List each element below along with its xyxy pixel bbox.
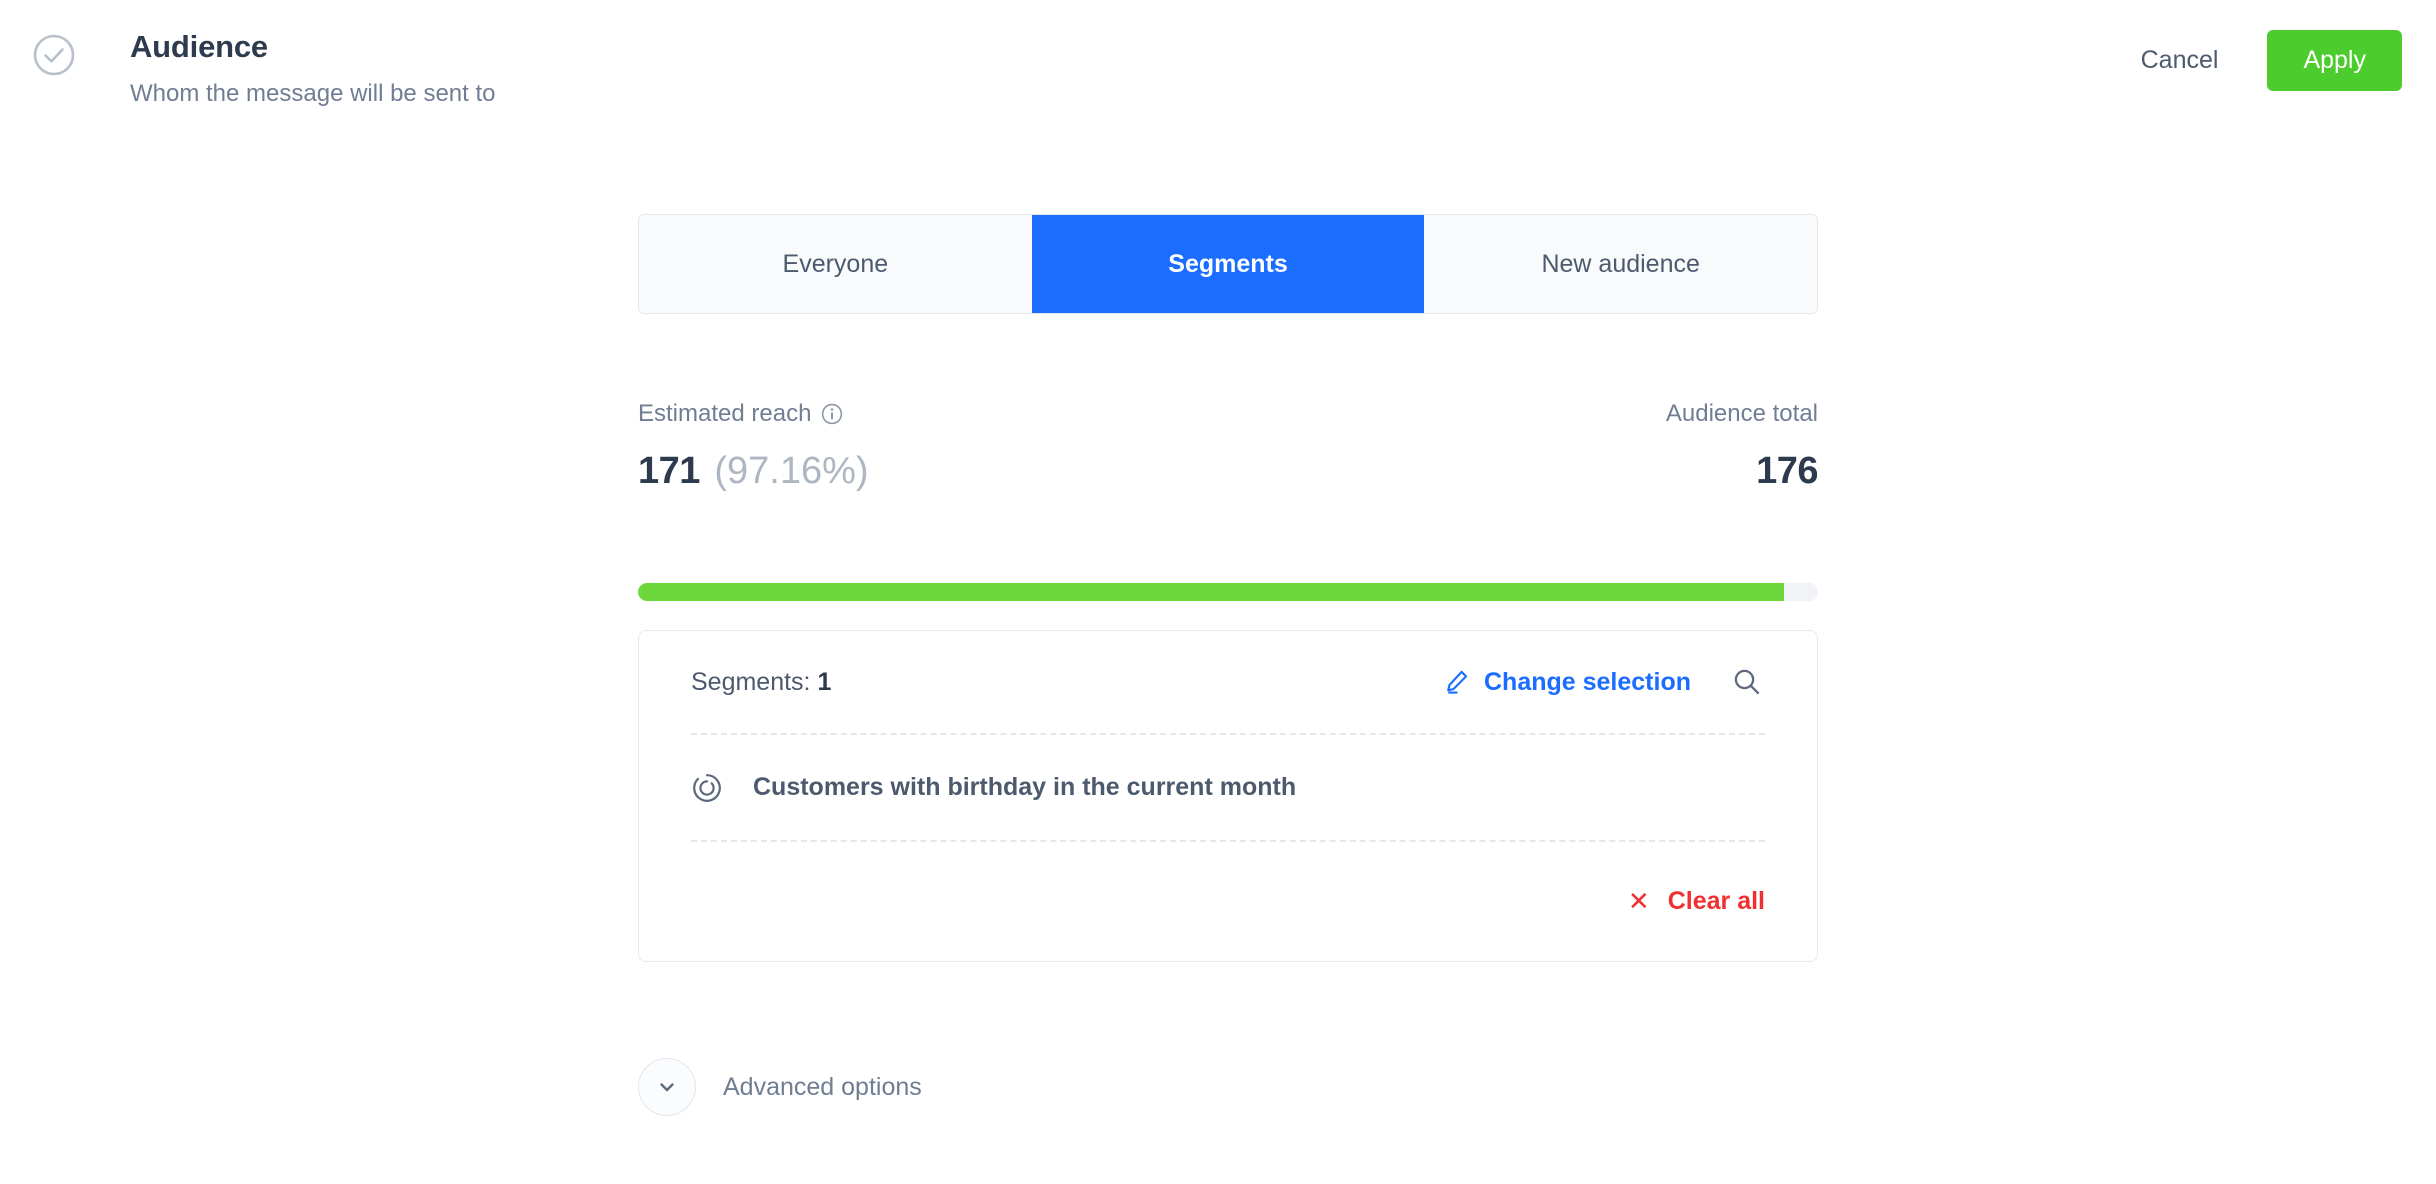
- chevron-down-icon: [657, 1077, 677, 1097]
- info-icon[interactable]: [821, 403, 843, 425]
- audience-total-value: 176: [1756, 450, 1818, 493]
- close-x-icon: ✕: [1628, 888, 1650, 914]
- segment-circle-icon: [691, 772, 723, 804]
- segments-card-header: Segments: 1 Change selection: [639, 631, 1817, 733]
- reach-progress-track: [638, 583, 1818, 601]
- advanced-options-toggle[interactable]: [638, 1058, 696, 1116]
- tab-segments[interactable]: Segments: [1032, 215, 1425, 313]
- change-selection-button[interactable]: Change selection: [1442, 668, 1691, 697]
- segments-card: Segments: 1 Change selection: [638, 630, 1818, 962]
- clear-all-button[interactable]: ✕ Clear all: [1628, 887, 1765, 916]
- segments-card-footer: ✕ Clear all: [639, 842, 1817, 960]
- page-title: Audience: [130, 28, 496, 66]
- reach-progress-fill: [638, 583, 1784, 601]
- header-actions: Cancel Apply: [2117, 30, 2402, 91]
- estimated-reach-percent: (97.16%): [714, 450, 868, 492]
- audience-type-tabs: Everyone Segments New audience: [638, 214, 1818, 314]
- estimated-reach-value: 171: [638, 450, 700, 492]
- tab-new-audience[interactable]: New audience: [1424, 215, 1817, 313]
- tab-everyone[interactable]: Everyone: [639, 215, 1032, 313]
- page-header: Audience Whom the message will be sent t…: [0, 0, 2436, 140]
- segments-count-label: Segments:: [691, 668, 811, 696]
- clear-all-label: Clear all: [1668, 887, 1765, 916]
- estimated-reach-label-group: Estimated reach: [638, 400, 843, 428]
- change-selection-label: Change selection: [1484, 668, 1691, 697]
- estimated-reach-value-group: 171 (97.16%): [638, 450, 869, 493]
- cancel-button[interactable]: Cancel: [2117, 32, 2243, 89]
- reach-stats: Estimated reach Audience total 171 (97.1…: [638, 400, 1818, 493]
- segments-count: Segments: 1: [691, 668, 831, 697]
- advanced-options-section: Advanced options: [638, 1058, 922, 1116]
- estimated-reach-label: Estimated reach: [638, 400, 811, 428]
- check-circle-icon: [32, 33, 76, 77]
- audience-total-label: Audience total: [1666, 400, 1818, 428]
- advanced-options-label: Advanced options: [723, 1073, 922, 1102]
- segment-list-item[interactable]: Customers with birthday in the current m…: [639, 735, 1817, 840]
- segment-item-label: Customers with birthday in the current m…: [753, 773, 1296, 802]
- stats-values-row: 171 (97.16%) 176: [638, 450, 1818, 493]
- page-subtitle: Whom the message will be sent to: [130, 79, 496, 109]
- stats-labels-row: Estimated reach Audience total: [638, 400, 1818, 428]
- search-icon[interactable]: [1729, 664, 1765, 700]
- pencil-icon: [1442, 668, 1470, 696]
- audience-settings-page: Audience Whom the message will be sent t…: [0, 0, 2436, 1184]
- apply-button[interactable]: Apply: [2267, 30, 2402, 91]
- segments-count-value: 1: [817, 668, 831, 696]
- segments-card-actions: Change selection: [1442, 664, 1765, 700]
- header-text-block: Audience Whom the message will be sent t…: [130, 28, 496, 109]
